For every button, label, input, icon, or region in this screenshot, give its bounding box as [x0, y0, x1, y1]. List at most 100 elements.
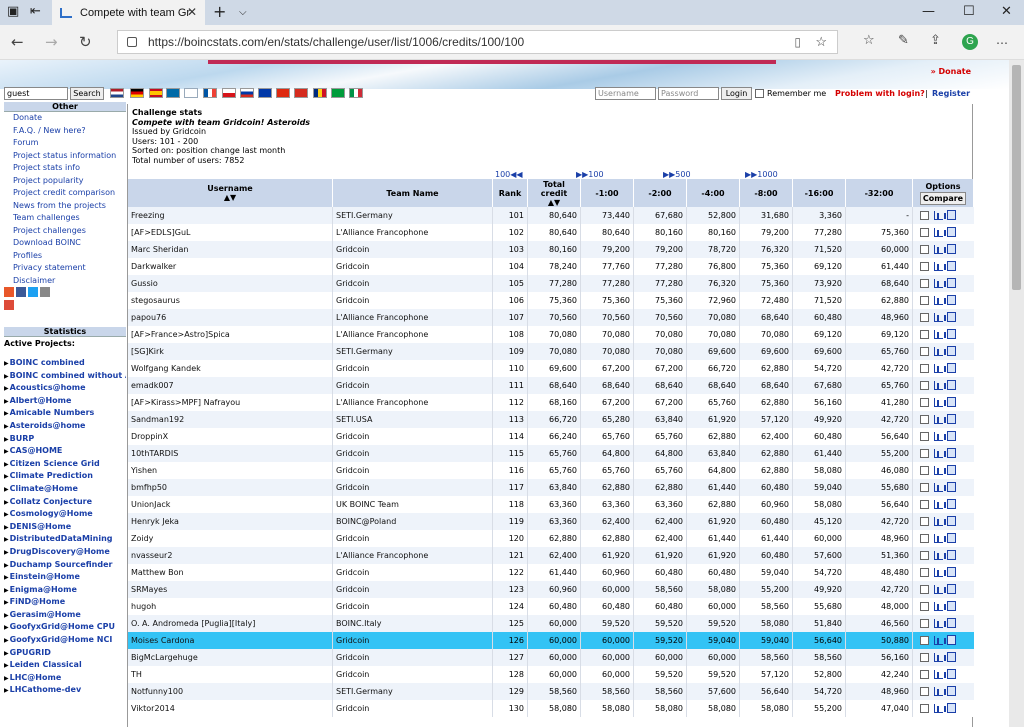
- col-total-credit[interactable]: Total credit ▲▼: [528, 179, 581, 207]
- graph-icon[interactable]: [934, 602, 946, 611]
- username-cell[interactable]: 10thTARDIS: [128, 445, 333, 462]
- project-link[interactable]: BOINC combined: [4, 357, 126, 370]
- password-input[interactable]: Password: [658, 87, 719, 100]
- pen-icon[interactable]: ✎: [898, 33, 909, 48]
- table-row[interactable]: Freezing SETI.Germany 101 80,640 73,440 67,68…: [128, 207, 974, 224]
- team-cell[interactable]: Gridcoin: [333, 479, 493, 496]
- team-cell[interactable]: Gridcoin: [333, 360, 493, 377]
- stats-detail-icon[interactable]: [947, 414, 956, 424]
- table-row[interactable]: [AF>EDLS]GuL L'Alliance Francophone 102 80,…: [128, 224, 974, 241]
- compare-checkbox[interactable]: [920, 449, 929, 458]
- project-link[interactable]: Climate@Home: [4, 483, 126, 496]
- sidebar-link[interactable]: Project status information: [4, 150, 126, 163]
- compare-checkbox[interactable]: [920, 653, 929, 662]
- table-row[interactable]: Yishen Gridcoin 116 65,760 65,760 65,760 64,80…: [128, 462, 974, 479]
- team-cell[interactable]: L'Alliance Francophone: [333, 224, 493, 241]
- table-row[interactable]: [SG]Kirk SETI.Germany 109 70,080 70,080 70,08…: [128, 343, 974, 360]
- browser-tab[interactable]: Compete with team Gr ✕: [52, 0, 205, 25]
- sidebar-link[interactable]: Project challenges: [4, 225, 126, 238]
- sidebar-link[interactable]: News from the projects: [4, 200, 126, 213]
- username-cell[interactable]: Marc Sheridan: [128, 241, 333, 258]
- stats-detail-icon[interactable]: [947, 448, 956, 458]
- team-cell[interactable]: Gridcoin: [333, 632, 493, 649]
- table-row[interactable]: Zoidy Gridcoin 120 62,880 62,880 62,400 61,440…: [128, 530, 974, 547]
- compare-checkbox[interactable]: [920, 500, 929, 509]
- flag-cn-icon[interactable]: [276, 88, 290, 98]
- team-cell[interactable]: Gridcoin: [333, 292, 493, 309]
- graph-icon[interactable]: [934, 296, 946, 305]
- table-row[interactable]: Darkwalker Gridcoin 104 78,240 77,760 77,280 7…: [128, 258, 974, 275]
- project-link[interactable]: CAS@HOME: [4, 445, 126, 458]
- compare-checkbox[interactable]: [920, 619, 929, 628]
- window-close-icon[interactable]: ✕: [1001, 4, 1012, 19]
- pager-prev-100[interactable]: 100◀◀: [495, 170, 523, 179]
- stats-detail-icon[interactable]: [947, 312, 956, 322]
- team-cell[interactable]: Gridcoin: [333, 258, 493, 275]
- stats-detail-icon[interactable]: [947, 363, 956, 373]
- table-row[interactable]: [AF>France>Astro]Spica L'Alliance Francop…: [128, 326, 974, 343]
- search-button[interactable]: Search: [70, 87, 104, 100]
- flag-fr-icon[interactable]: [203, 88, 217, 98]
- stats-detail-icon[interactable]: [947, 550, 956, 560]
- compare-checkbox[interactable]: [920, 483, 929, 492]
- stats-detail-icon[interactable]: [947, 465, 956, 475]
- team-cell[interactable]: L'Alliance Francophone: [333, 326, 493, 343]
- graph-icon[interactable]: [934, 313, 946, 322]
- stats-detail-icon[interactable]: [947, 584, 956, 594]
- team-cell[interactable]: Gridcoin: [333, 564, 493, 581]
- stats-detail-icon[interactable]: [947, 601, 956, 611]
- compare-checkbox[interactable]: [920, 347, 929, 356]
- project-link[interactable]: BURP: [4, 433, 126, 446]
- project-link[interactable]: LHCathome-dev: [4, 684, 126, 697]
- problem-login-link[interactable]: Problem with login?: [835, 89, 925, 98]
- table-row[interactable]: papou76 L'Alliance Francophone 107 70,560 70…: [128, 309, 974, 326]
- sidebar-link[interactable]: Project credit comparison: [4, 187, 126, 200]
- team-cell[interactable]: Gridcoin: [333, 275, 493, 292]
- team-cell[interactable]: Gridcoin: [333, 241, 493, 258]
- graph-icon[interactable]: [934, 398, 946, 407]
- team-cell[interactable]: Gridcoin: [333, 530, 493, 547]
- sidebar-link[interactable]: F.A.Q. / New here?: [4, 125, 126, 138]
- table-row[interactable]: Notfunny100 SETI.Germany 129 58,560 58,560 58…: [128, 683, 974, 700]
- reading-view-icon[interactable]: ▯: [794, 35, 801, 49]
- project-link[interactable]: Leiden Classical: [4, 659, 126, 672]
- stats-detail-icon[interactable]: [947, 261, 956, 271]
- flag-nl-icon[interactable]: [110, 88, 124, 98]
- table-row[interactable]: bmfhp50 Gridcoin 117 63,840 62,880 62,880 61,4…: [128, 479, 974, 496]
- username-cell[interactable]: stegosaurus: [128, 292, 333, 309]
- username-cell[interactable]: DroppinX: [128, 428, 333, 445]
- graph-icon[interactable]: [934, 211, 946, 220]
- table-row[interactable]: 10thTARDIS Gridcoin 115 65,760 64,800 64,800 6…: [128, 445, 974, 462]
- favorites-hub-icon[interactable]: ☆: [863, 33, 875, 48]
- project-link[interactable]: Climate Prediction: [4, 470, 126, 483]
- team-cell[interactable]: Gridcoin: [333, 377, 493, 394]
- compare-checkbox[interactable]: [920, 313, 929, 322]
- sidebar-link[interactable]: Download BOINC: [4, 237, 126, 250]
- extension-g-icon[interactable]: G: [962, 34, 978, 50]
- compare-checkbox[interactable]: [920, 568, 929, 577]
- compare-checkbox[interactable]: [920, 245, 929, 254]
- username-cell[interactable]: Yishen: [128, 462, 333, 479]
- more-menu-icon[interactable]: …: [996, 33, 1008, 47]
- stats-detail-icon[interactable]: [947, 380, 956, 390]
- sidebar-link[interactable]: Donate: [4, 112, 126, 125]
- username-cell[interactable]: Moises Cardona: [128, 632, 333, 649]
- share-plus-icon[interactable]: [4, 287, 14, 297]
- username-cell[interactable]: Notfunny100: [128, 683, 333, 700]
- compare-checkbox[interactable]: [920, 211, 929, 220]
- sidebar-link[interactable]: Project popularity: [4, 175, 126, 188]
- project-link[interactable]: Collatz Conjecture: [4, 496, 126, 509]
- stats-detail-icon[interactable]: [947, 244, 956, 254]
- compare-checkbox[interactable]: [920, 296, 929, 305]
- project-link[interactable]: DENIS@Home: [4, 521, 126, 534]
- flag-se-icon[interactable]: [166, 88, 180, 98]
- username-input[interactable]: Username: [595, 87, 656, 100]
- project-link[interactable]: Duchamp Sourcefinder: [4, 559, 126, 572]
- stats-detail-icon[interactable]: [947, 329, 956, 339]
- table-row[interactable]: Viktor2014 Gridcoin 130 58,080 58,080 58,080 5…: [128, 700, 974, 717]
- team-cell[interactable]: Gridcoin: [333, 445, 493, 462]
- tab-actions-icon[interactable]: ▣: [7, 4, 19, 19]
- flag-de-icon[interactable]: [130, 88, 144, 98]
- stats-detail-icon[interactable]: [947, 533, 956, 543]
- graph-icon[interactable]: [934, 279, 946, 288]
